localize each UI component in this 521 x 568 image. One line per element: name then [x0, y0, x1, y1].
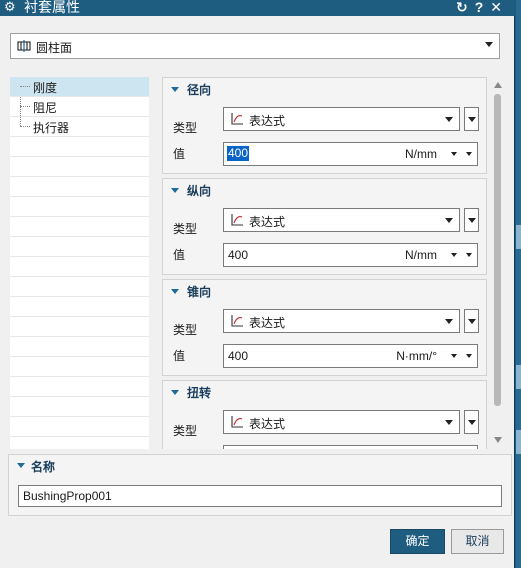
value-text: 400 — [228, 248, 249, 262]
unit-dropdown-icon[interactable] — [451, 152, 457, 156]
type-label: 类型 — [173, 424, 198, 438]
collapse-icon[interactable] — [171, 87, 179, 92]
scroll-up-icon[interactable] — [494, 82, 502, 88]
tree-item-label: 阻尼 — [33, 101, 58, 115]
tree-item-label: 执行器 — [33, 121, 70, 135]
chevron-down-icon — [468, 218, 476, 223]
value-input[interactable]: 400 N/mm — [223, 243, 478, 267]
collapse-icon[interactable] — [171, 188, 179, 193]
unit-text: N·mm/° — [396, 349, 437, 363]
expression-icon — [231, 113, 243, 125]
cylinder-face-icon — [17, 40, 31, 52]
collapse-icon[interactable] — [17, 463, 25, 468]
bushing-properties-dialog: ⚙ 衬套属性 ↻?✕ 圆柱面 刚度 阻尼 执行器 径向 类型 表达式 值 400… — [0, 0, 515, 568]
type-dropdown[interactable]: 表达式 — [223, 107, 460, 131]
options-button[interactable] — [464, 309, 479, 333]
geometry-type-value: 圆柱面 — [36, 41, 73, 55]
value-input[interactable] — [223, 445, 478, 449]
collapse-icon[interactable] — [171, 289, 179, 294]
title-bar: ⚙ 衬套属性 ↻?✕ — [0, 0, 515, 16]
type-label: 类型 — [173, 121, 198, 135]
unit-text: N/mm — [405, 248, 437, 262]
property-tree: 刚度 阻尼 执行器 — [10, 77, 149, 449]
chevron-down-icon — [445, 117, 453, 122]
group-radial: 径向 类型 表达式 值 400 N/mm — [162, 77, 487, 174]
unit-dropdown-icon[interactable] — [451, 354, 457, 358]
type-label: 类型 — [173, 323, 198, 337]
chevron-down-icon — [445, 319, 453, 324]
value-text: 400 — [228, 349, 249, 363]
tree-item-damping[interactable]: 阻尼 — [10, 97, 149, 116]
panel-scrollbar[interactable] — [490, 80, 506, 449]
value-input[interactable]: 400 N·mm/° — [223, 344, 478, 368]
group-title[interactable]: 纵向 — [187, 182, 211, 199]
type-dropdown[interactable]: 表达式 — [223, 309, 460, 333]
type-value: 表达式 — [249, 114, 286, 128]
group-title[interactable]: 锥向 — [187, 283, 211, 300]
expression-icon — [231, 214, 243, 226]
value-menu-icon[interactable] — [466, 152, 472, 156]
tree-item-actuator[interactable]: 执行器 — [10, 117, 149, 136]
type-value: 表达式 — [249, 316, 286, 330]
type-label: 类型 — [173, 222, 198, 236]
geometry-type-dropdown[interactable]: 圆柱面 — [10, 33, 500, 59]
name-section: 名称 BushingProp001 — [8, 454, 512, 516]
gear-icon: ⚙ — [4, 0, 16, 14]
property-panel: 径向 类型 表达式 值 400 N/mm 纵向 类型 表达式 值 400 N/m… — [162, 77, 488, 449]
group-torsional: 扭转 类型 表达式 — [162, 380, 487, 449]
collapse-icon[interactable] — [171, 390, 179, 395]
chevron-down-icon — [468, 420, 476, 425]
group-title[interactable]: 径向 — [187, 81, 211, 98]
dialog-title: 衬套属性 — [24, 0, 80, 15]
type-dropdown[interactable]: 表达式 — [223, 208, 460, 232]
options-button[interactable] — [464, 410, 479, 434]
options-button[interactable] — [464, 208, 479, 232]
cancel-button[interactable]: 取消 — [451, 529, 504, 554]
type-dropdown[interactable]: 表达式 — [223, 410, 460, 434]
group-title[interactable]: 扭转 — [187, 384, 211, 401]
group-axial: 纵向 类型 表达式 值 400 N/mm — [162, 178, 487, 275]
value-text: 400 — [227, 146, 250, 161]
unit-text: N/mm — [405, 147, 437, 161]
value-menu-icon[interactable] — [466, 253, 472, 257]
chevron-down-icon — [445, 420, 453, 425]
value-label: 值 — [173, 147, 186, 161]
value-label: 值 — [173, 248, 186, 262]
name-section-title[interactable]: 名称 — [31, 458, 55, 475]
expression-icon — [231, 315, 243, 327]
tree-item-stiffness[interactable]: 刚度 — [10, 77, 149, 96]
unit-dropdown-icon[interactable] — [451, 253, 457, 257]
title-bar-buttons[interactable]: ↻?✕ — [456, 0, 509, 15]
background-window-edge — [516, 0, 521, 568]
value-input[interactable]: 400 N/mm — [223, 142, 478, 166]
chevron-down-icon — [485, 42, 493, 47]
ok-button[interactable]: 确定 — [390, 529, 445, 554]
tree-item-label: 刚度 — [33, 81, 58, 95]
type-value: 表达式 — [249, 215, 286, 229]
value-label: 值 — [173, 349, 186, 363]
name-input[interactable]: BushingProp001 — [18, 485, 502, 507]
chevron-down-icon — [468, 117, 476, 122]
type-value: 表达式 — [249, 417, 286, 431]
group-conical: 锥向 类型 表达式 值 400 N·mm/° — [162, 279, 487, 376]
options-button[interactable] — [464, 107, 479, 131]
expression-icon — [231, 416, 243, 428]
scroll-thumb[interactable] — [494, 94, 501, 406]
scroll-down-icon[interactable] — [494, 437, 502, 443]
chevron-down-icon — [468, 319, 476, 324]
value-menu-icon[interactable] — [466, 354, 472, 358]
chevron-down-icon — [445, 218, 453, 223]
